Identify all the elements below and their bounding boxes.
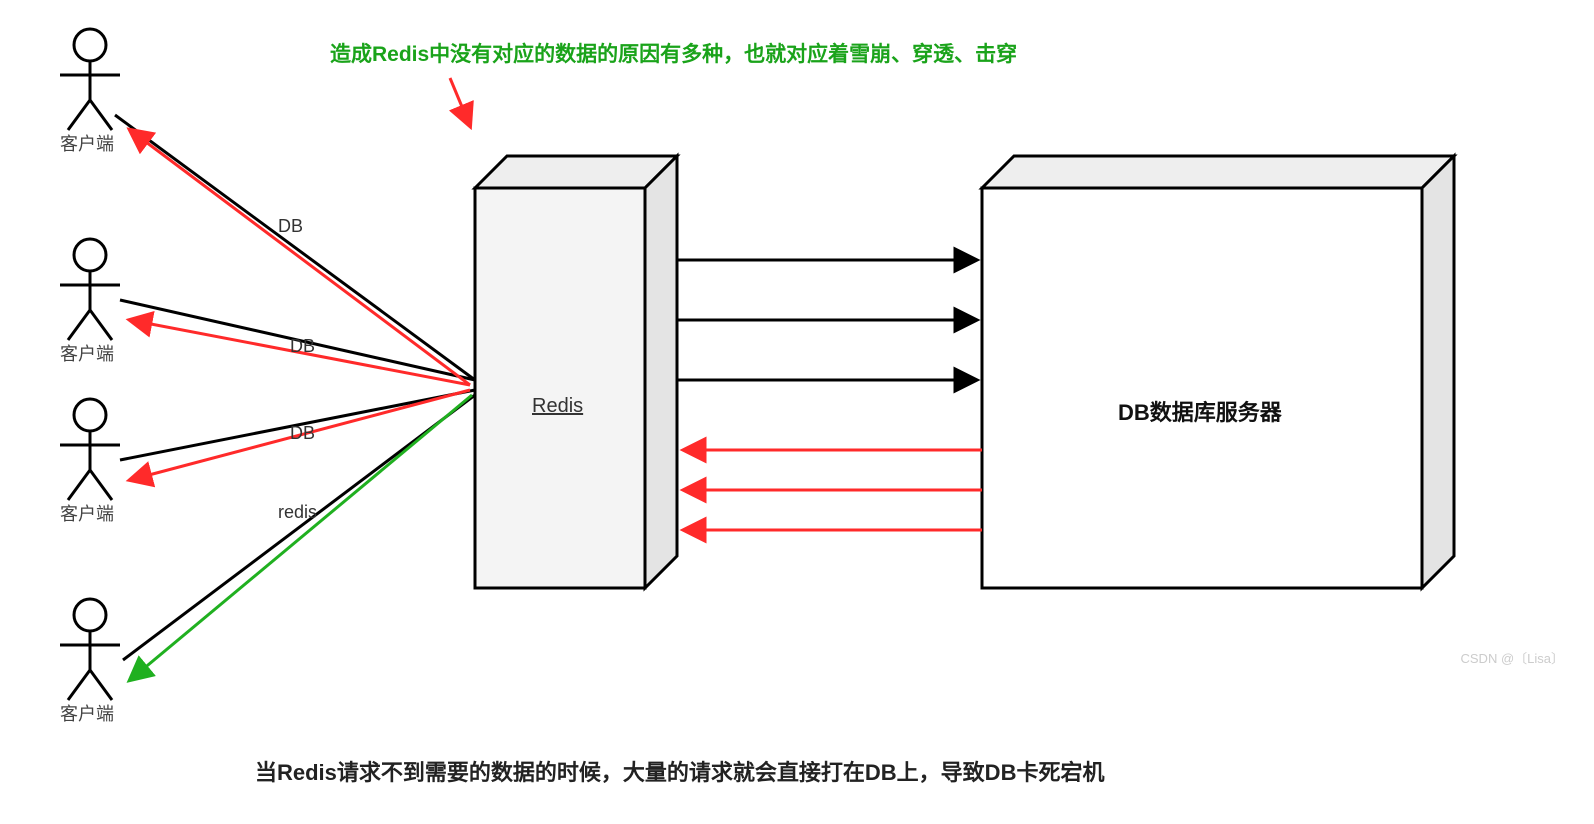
client-label-3: 客户端 (60, 500, 114, 526)
client-label-1: 客户端 (60, 130, 114, 156)
edge-label-db-3: DB (290, 423, 315, 444)
bottom-caption: 当Redis请求不到需要的数据的时候，大量的请求就会直接打在DB上，导致DB卡死… (255, 755, 1104, 787)
client-label-4: 客户端 (60, 700, 114, 726)
watermark-text: CSDN @〔Lisa〕 (1461, 648, 1565, 667)
redis-box-label: Redis (532, 395, 583, 418)
edge-label-redis: redis (278, 502, 317, 523)
edge-label-db-2: DB (290, 336, 315, 357)
client-figure-1 (60, 29, 120, 130)
client-figure-4 (60, 599, 120, 700)
annotation-arrow (450, 78, 470, 126)
db-box-label: DB数据库服务器 (1118, 395, 1282, 427)
db-to-redis-arrows (684, 450, 982, 530)
edge-label-db-1: DB (278, 216, 303, 237)
client-figure-3 (60, 399, 120, 500)
redis-box (475, 156, 677, 588)
client-figure-2 (60, 239, 120, 340)
client-to-redis-lines (115, 115, 475, 660)
client-label-2: 客户端 (60, 340, 114, 366)
diagram-canvas (0, 0, 1594, 824)
title-text: 造成Redis中没有对应的数据的原因有多种，也就对应着雪崩、穿透、击穿 (330, 38, 1017, 68)
redis-to-db-arrows (677, 260, 976, 380)
db-box (982, 156, 1454, 588)
